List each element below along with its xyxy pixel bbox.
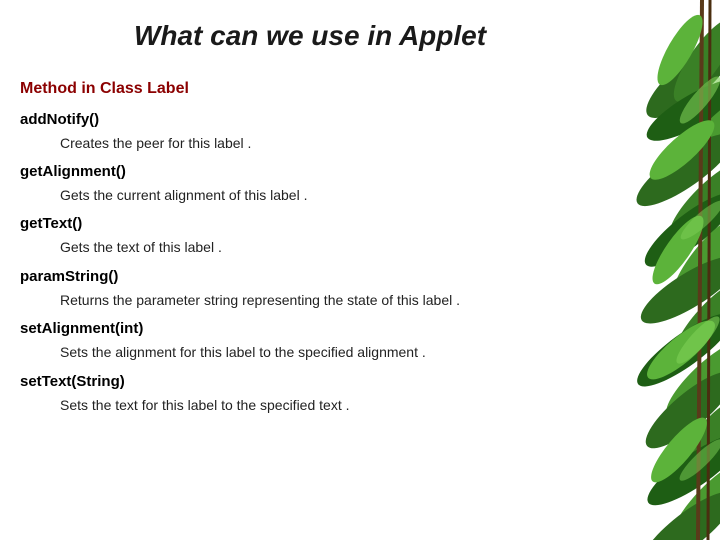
method-name: setText(String)	[20, 370, 600, 394]
method-name: setAlignment(int)	[20, 317, 600, 341]
plant-decoration	[590, 0, 720, 540]
method-description: Sets the text for this label to the spec…	[20, 394, 600, 416]
method-description: Sets the alignment for this label to the…	[20, 341, 600, 363]
content-area: What can we use in Applet Method in Clas…	[0, 0, 620, 540]
method-description: Returns the parameter string representin…	[20, 289, 600, 311]
method-name: paramString()	[20, 265, 600, 289]
method-list: Method in Class Label addNotify()Creates…	[20, 76, 600, 416]
method-name: getText()	[20, 212, 600, 236]
plant-svg	[590, 0, 720, 540]
section-heading: Method in Class Label	[20, 76, 600, 102]
method-description: Creates the peer for this label .	[20, 132, 600, 154]
page-container: What can we use in Applet Method in Clas…	[0, 0, 720, 540]
methods-container: addNotify()Creates the peer for this lab…	[20, 108, 600, 416]
method-name: getAlignment()	[20, 160, 600, 184]
method-name: addNotify()	[20, 108, 600, 132]
method-description: Gets the current alignment of this label…	[20, 184, 600, 206]
method-description: Gets the text of this label .	[20, 236, 600, 258]
page-title: What can we use in Applet	[20, 20, 600, 52]
